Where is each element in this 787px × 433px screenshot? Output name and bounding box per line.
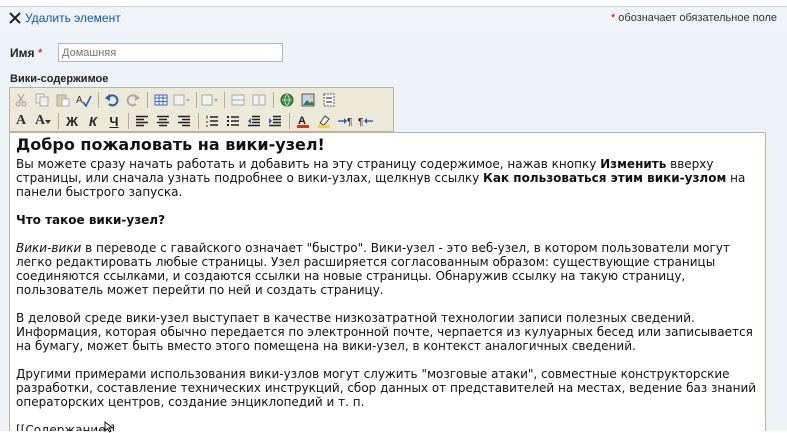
wiki-content-label: Вики-содержимое xyxy=(10,73,109,85)
insert-table-icon[interactable] xyxy=(152,91,170,109)
name-row: Имя * xyxy=(0,31,787,67)
spellcheck-icon[interactable]: A xyxy=(75,91,93,109)
mouse-pointer-icon xyxy=(104,421,114,433)
name-label-text: Имя xyxy=(10,46,35,60)
toolbar-row-1: A xyxy=(12,90,341,110)
numbered-list-icon[interactable] xyxy=(203,112,221,130)
align-center-icon[interactable] xyxy=(154,112,172,130)
font-name-glyph: A xyxy=(15,113,27,128)
underline-button[interactable]: Ч xyxy=(105,112,123,130)
toolbar-separator xyxy=(289,113,290,129)
paragraph-intro: Вы можете сразу начать работать и добави… xyxy=(16,157,758,199)
delete-item-label: Удалить элемент xyxy=(25,11,121,25)
toolbar-row-2: A A Ж К Ч A ¶ ¶ xyxy=(12,111,378,131)
rtl-direction-icon[interactable]: ¶ xyxy=(357,112,375,130)
name-label: Имя * xyxy=(10,46,43,60)
copy-icon[interactable] xyxy=(33,91,51,109)
toolbar-separator xyxy=(198,113,199,129)
toolbar-separator xyxy=(273,92,274,108)
insert-image-icon[interactable] xyxy=(299,91,317,109)
toolbar-separator xyxy=(224,92,225,108)
section-heading: Что такое вики-узел? xyxy=(16,213,166,227)
align-left-icon[interactable] xyxy=(133,112,151,130)
font-size-glyph: A xyxy=(34,113,46,128)
editor-document: Добро пожаловать на вики-узел! Вы можете… xyxy=(16,135,758,431)
wiki-editor[interactable]: Добро пожаловать на вики-узел! Вы можете… xyxy=(9,132,766,431)
toolbar-separator xyxy=(58,113,59,129)
text-color-icon[interactable]: A xyxy=(294,112,312,130)
intro-edit-bold: Изменить xyxy=(600,157,667,171)
svg-text:¶: ¶ xyxy=(358,117,363,127)
item-toolbar: Удалить элемент * обозначает обязательно… xyxy=(0,6,787,32)
wikiwiki-italic: Вики-вики xyxy=(16,241,82,255)
split-cells-icon[interactable] xyxy=(250,91,268,109)
toolbar-separator xyxy=(98,92,99,108)
paragraph-business: В деловой среде вики-узел выступает в ка… xyxy=(16,311,753,353)
required-star: * xyxy=(610,12,616,24)
page-scroll-gutter xyxy=(766,132,787,431)
paste-icon[interactable] xyxy=(54,91,72,109)
required-note-text: обозначает обязательное поле xyxy=(618,12,777,24)
cut-icon[interactable] xyxy=(12,91,30,109)
bold-button[interactable]: Ж xyxy=(63,112,81,130)
undo-icon[interactable] xyxy=(103,91,121,109)
italic-button[interactable]: К xyxy=(84,112,102,130)
name-input[interactable] xyxy=(58,43,283,62)
merge-cells-icon[interactable] xyxy=(229,91,247,109)
redo-icon[interactable] xyxy=(124,91,142,109)
table-props-icon[interactable] xyxy=(173,91,191,109)
increase-indent-icon[interactable] xyxy=(266,112,284,130)
underline-glyph: Ч xyxy=(109,113,119,129)
paragraph-definition: Вики-вики в переводе с гавайского означа… xyxy=(16,241,758,297)
svg-text:A: A xyxy=(76,95,83,106)
paragraph-toc-link: [[Содержание]] xyxy=(16,423,115,431)
cell-props-icon[interactable] xyxy=(201,91,219,109)
decrease-indent-icon[interactable] xyxy=(245,112,263,130)
intro-text-1: Вы можете сразу начать работать и добави… xyxy=(16,157,601,171)
italic-glyph: К xyxy=(89,113,97,129)
delete-x-icon xyxy=(9,12,21,24)
required-note: * обозначает обязательное поле xyxy=(611,12,777,24)
font-size-icon[interactable]: A xyxy=(33,112,53,130)
definition-text: в переводе с гавайского означает "быстро… xyxy=(16,241,730,297)
bulleted-list-icon[interactable] xyxy=(224,112,242,130)
wiki-title: Добро пожаловать на вики-узел! xyxy=(16,135,325,154)
name-required-star: * xyxy=(37,46,43,60)
paragraph-examples: Другими примерами использования вики-узл… xyxy=(16,367,757,409)
toolbar-separator xyxy=(147,92,148,108)
delete-item-button[interactable]: Удалить элемент xyxy=(9,11,121,25)
webpart-icon[interactable] xyxy=(320,91,338,109)
align-right-icon[interactable] xyxy=(175,112,193,130)
insert-link-icon[interactable] xyxy=(278,91,296,109)
font-name-icon[interactable]: A xyxy=(12,112,30,130)
intro-howto-bold: Как пользоваться этим вики-узлом xyxy=(483,171,727,185)
rich-text-toolbar: A A A Ж К Ч A ¶ ¶ xyxy=(9,87,394,132)
toolbar-separator xyxy=(196,92,197,108)
bold-glyph: Ж xyxy=(66,113,78,129)
toolbar-separator xyxy=(128,113,129,129)
ltr-direction-icon[interactable]: ¶ xyxy=(336,112,354,130)
svg-text:¶: ¶ xyxy=(347,117,352,127)
highlight-color-icon[interactable] xyxy=(315,112,333,130)
